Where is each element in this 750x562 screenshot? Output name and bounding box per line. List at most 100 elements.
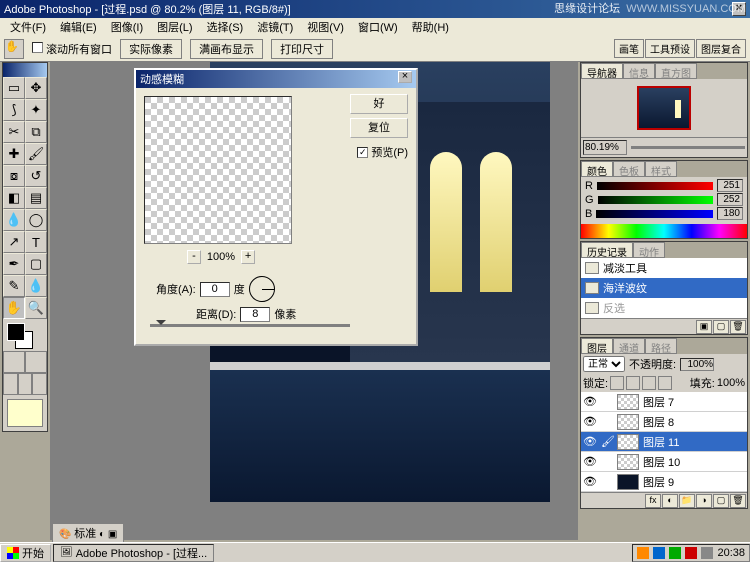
- tray-icon[interactable]: [669, 547, 681, 559]
- jump-to-imageready[interactable]: [7, 399, 43, 427]
- adjustment-layer-button[interactable]: ◑: [696, 494, 712, 508]
- brush-tool[interactable]: 🖌: [25, 143, 47, 165]
- blur-tool[interactable]: 💧: [3, 209, 25, 231]
- actual-pixels-button[interactable]: 实际像素: [120, 39, 182, 59]
- dialog-titlebar[interactable]: 动感模糊 ×: [136, 70, 416, 88]
- menu-layer[interactable]: 图层(L): [151, 18, 198, 36]
- system-tray[interactable]: 20:38: [632, 544, 750, 562]
- eyedropper-tool[interactable]: 💧: [25, 275, 47, 297]
- healing-tool[interactable]: ✚: [3, 143, 25, 165]
- tab-layer-comps[interactable]: 图层复合: [696, 39, 746, 58]
- menu-edit[interactable]: 编辑(E): [54, 18, 103, 36]
- stamp-tool[interactable]: ⧇: [3, 165, 25, 187]
- doc-mode-indicator[interactable]: 🎨 标准 ◐ ▣: [52, 523, 124, 543]
- tab-styles[interactable]: 样式: [645, 161, 677, 177]
- tab-info[interactable]: 信息: [623, 63, 655, 79]
- tab-history[interactable]: 历史记录: [581, 242, 633, 258]
- color-ramp[interactable]: [581, 224, 747, 238]
- new-layer-button[interactable]: ▢: [713, 494, 729, 508]
- tray-icon[interactable]: [637, 547, 649, 559]
- tab-channels[interactable]: 通道: [613, 338, 645, 354]
- visibility-toggle[interactable]: 👁: [581, 395, 599, 408]
- navigator-thumbnail[interactable]: [637, 86, 691, 130]
- clock[interactable]: 20:38: [717, 547, 745, 559]
- history-item[interactable]: 反选: [581, 298, 747, 318]
- foreground-background-colors[interactable]: [3, 319, 47, 351]
- opacity-input[interactable]: 100%: [680, 358, 714, 371]
- visibility-toggle[interactable]: 👁: [581, 415, 599, 428]
- print-size-button[interactable]: 打印尺寸: [271, 39, 333, 59]
- visibility-toggle[interactable]: 👁: [581, 475, 599, 488]
- taskbar-task[interactable]: 🖼 Adobe Photoshop - [过程...: [53, 544, 214, 562]
- visibility-toggle[interactable]: 👁: [581, 455, 599, 468]
- lock-image[interactable]: [626, 376, 640, 390]
- zoom-out-button[interactable]: -: [187, 250, 201, 264]
- lasso-tool[interactable]: ⟆: [3, 99, 25, 121]
- delete-layer-button[interactable]: 🗑: [730, 494, 746, 508]
- notes-tool[interactable]: ✎: [3, 275, 25, 297]
- tab-actions[interactable]: 动作: [633, 242, 665, 258]
- delete-history-button[interactable]: 🗑: [730, 320, 746, 334]
- new-document-button[interactable]: ▢: [713, 320, 729, 334]
- navigator-zoom-slider[interactable]: [631, 146, 745, 149]
- tray-icon[interactable]: [653, 547, 665, 559]
- hand-tool-icon[interactable]: ✋: [4, 39, 24, 59]
- start-button[interactable]: 开始: [0, 544, 51, 562]
- layer-style-button[interactable]: fx: [645, 494, 661, 508]
- eraser-tool[interactable]: ◧: [3, 187, 25, 209]
- history-item[interactable]: 海洋波纹: [581, 278, 747, 298]
- pen-tool[interactable]: ✒: [3, 253, 25, 275]
- new-snapshot-button[interactable]: ▣: [696, 320, 712, 334]
- dodge-tool[interactable]: ◯: [25, 209, 47, 231]
- fill-input[interactable]: 100%: [717, 377, 745, 389]
- tab-histogram[interactable]: 直方图: [655, 63, 697, 79]
- menu-view[interactable]: 视图(V): [301, 18, 350, 36]
- fit-screen-button[interactable]: 满画布显示: [190, 39, 263, 59]
- tab-layers[interactable]: 图层: [581, 338, 613, 354]
- layer-mask-button[interactable]: ◐: [662, 494, 678, 508]
- scroll-all-checkbox[interactable]: 滚动所有窗口: [32, 41, 112, 57]
- tray-icon[interactable]: [685, 547, 697, 559]
- lock-position[interactable]: [642, 376, 656, 390]
- slice-tool[interactable]: ⧉: [25, 121, 47, 143]
- blend-mode-select[interactable]: 正常: [583, 356, 625, 372]
- crop-tool[interactable]: ✂: [3, 121, 25, 143]
- layer-row[interactable]: 👁🖌图层 11: [581, 432, 747, 452]
- path-tool[interactable]: ↗: [3, 231, 25, 253]
- navigator-zoom[interactable]: 80.19%: [583, 140, 627, 155]
- history-item[interactable]: 减淡工具: [581, 258, 747, 278]
- visibility-toggle[interactable]: 👁: [581, 435, 599, 448]
- move-tool[interactable]: ✥: [25, 77, 47, 99]
- ok-button[interactable]: 好: [350, 94, 408, 114]
- lock-all[interactable]: [658, 376, 672, 390]
- tab-navigator[interactable]: 导航器: [581, 63, 623, 79]
- tab-paths[interactable]: 路径: [645, 338, 677, 354]
- r-value[interactable]: 251: [717, 179, 743, 192]
- tab-tool-presets[interactable]: 工具预设: [645, 39, 695, 58]
- quick-mask-toggle[interactable]: [3, 351, 47, 373]
- screen-mode-toggle[interactable]: [3, 373, 47, 395]
- lock-transparency[interactable]: [610, 376, 624, 390]
- menu-image[interactable]: 图像(I): [105, 18, 149, 36]
- layer-row[interactable]: 👁图层 10: [581, 452, 747, 472]
- layer-row[interactable]: 👁图层 8: [581, 412, 747, 432]
- shape-tool[interactable]: ▢: [25, 253, 47, 275]
- preview-checkbox[interactable]: ✓: [357, 147, 368, 158]
- zoom-in-button[interactable]: +: [241, 250, 255, 264]
- tab-color[interactable]: 颜色: [581, 161, 613, 177]
- distance-slider[interactable]: [150, 324, 350, 327]
- layer-row[interactable]: 👁图层 7: [581, 392, 747, 412]
- hand-tool[interactable]: ✋: [3, 297, 25, 319]
- marquee-tool[interactable]: ▭: [3, 77, 25, 99]
- r-slider[interactable]: [597, 182, 713, 190]
- wand-tool[interactable]: ✦: [25, 99, 47, 121]
- filter-preview[interactable]: [144, 96, 292, 244]
- g-value[interactable]: 252: [717, 193, 743, 206]
- angle-input[interactable]: [200, 282, 230, 297]
- gradient-tool[interactable]: ▤: [25, 187, 47, 209]
- menu-file[interactable]: 文件(F): [4, 18, 52, 36]
- zoom-tool[interactable]: 🔍: [25, 297, 47, 319]
- menu-select[interactable]: 选择(S): [201, 18, 250, 36]
- tab-brushes[interactable]: 画笔: [614, 39, 644, 58]
- angle-dial[interactable]: [249, 276, 275, 302]
